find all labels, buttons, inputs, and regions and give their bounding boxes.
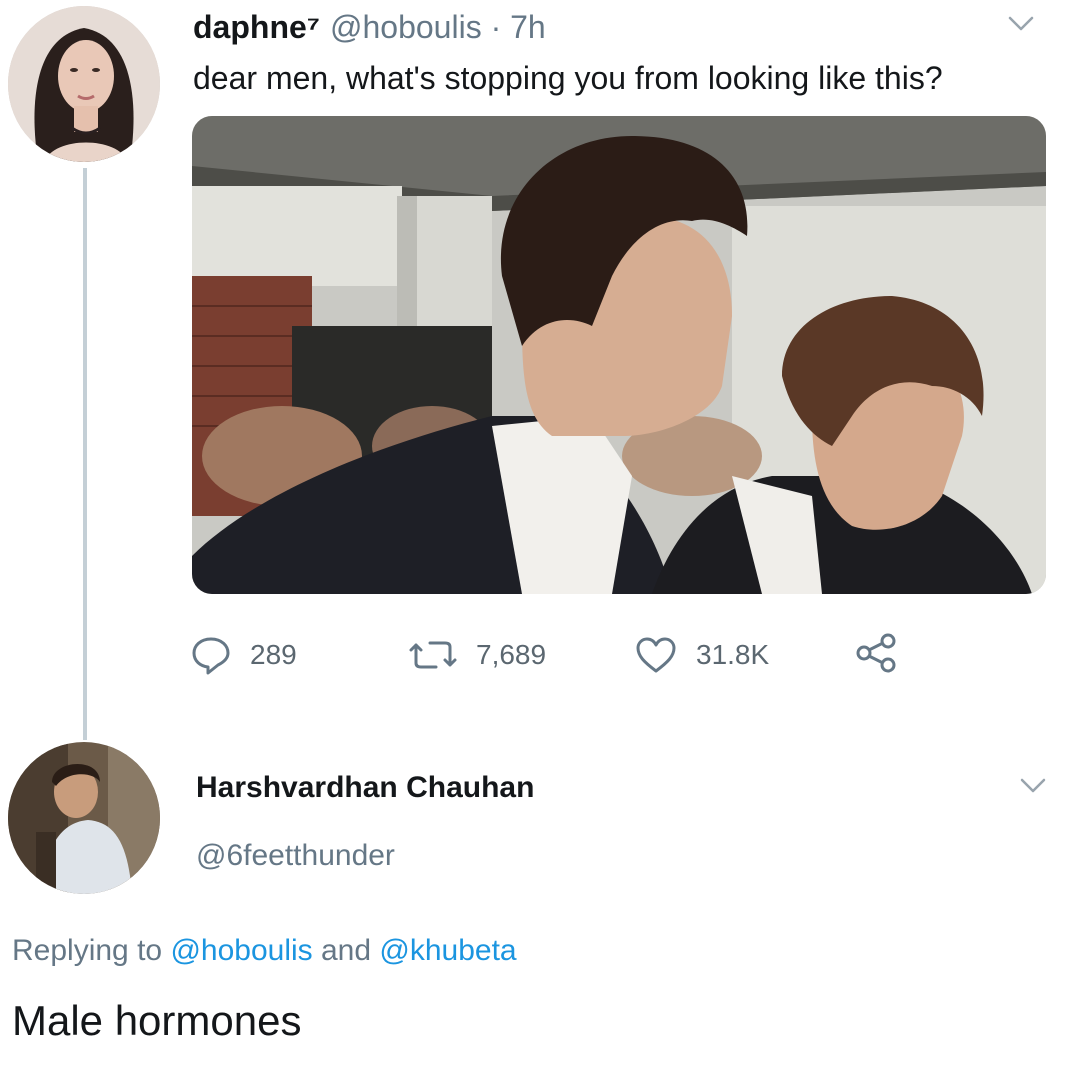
retweet-count: 7,689 <box>476 639 547 670</box>
chevron-down-icon[interactable] <box>1018 770 1048 800</box>
reply-count: 289 <box>250 639 297 670</box>
reply-text: Male hormones <box>12 997 302 1044</box>
avatar-tweet-author[interactable] <box>8 6 160 162</box>
heart-icon <box>634 635 678 675</box>
retweet-icon <box>408 635 458 675</box>
avatar-reply-author[interactable] <box>8 742 160 894</box>
like-count: 31.8K <box>696 639 770 670</box>
tweet-media-photo[interactable] <box>192 116 1046 594</box>
speech-bubble-icon <box>190 635 232 675</box>
retweet-action[interactable]: 7,689 <box>408 635 546 675</box>
chevron-down-icon[interactable] <box>1006 8 1036 38</box>
tweet-text: dear men, what's stopping you from looki… <box>193 60 943 96</box>
tweet-author-name[interactable]: daphne⁷ <box>193 8 320 46</box>
reply-action[interactable]: 289 <box>190 635 297 675</box>
share-action[interactable] <box>854 633 900 673</box>
reply-author-name[interactable]: Harshvardhan Chauhan <box>196 770 534 806</box>
share-icon <box>854 632 900 674</box>
mention-link[interactable]: @khubeta <box>379 934 516 967</box>
replying-and-label: and <box>312 934 380 967</box>
tweet-author-handle[interactable]: @hoboulis <box>330 9 482 45</box>
replying-to-line: Replying to @hoboulis and @khubeta <box>12 932 517 970</box>
replying-to-label: Replying to <box>12 934 171 967</box>
reply-author-handle[interactable]: @6feetthunder <box>196 838 395 874</box>
tweet-author-handle-time[interactable]: @hoboulis · 7h <box>330 8 546 46</box>
separator-dot: · <box>481 9 511 45</box>
mention-link[interactable]: @hoboulis <box>170 934 312 967</box>
tweet-timestamp[interactable]: 7h <box>510 9 546 45</box>
thread-line <box>83 168 87 740</box>
like-action[interactable]: 31.8K <box>634 635 769 675</box>
